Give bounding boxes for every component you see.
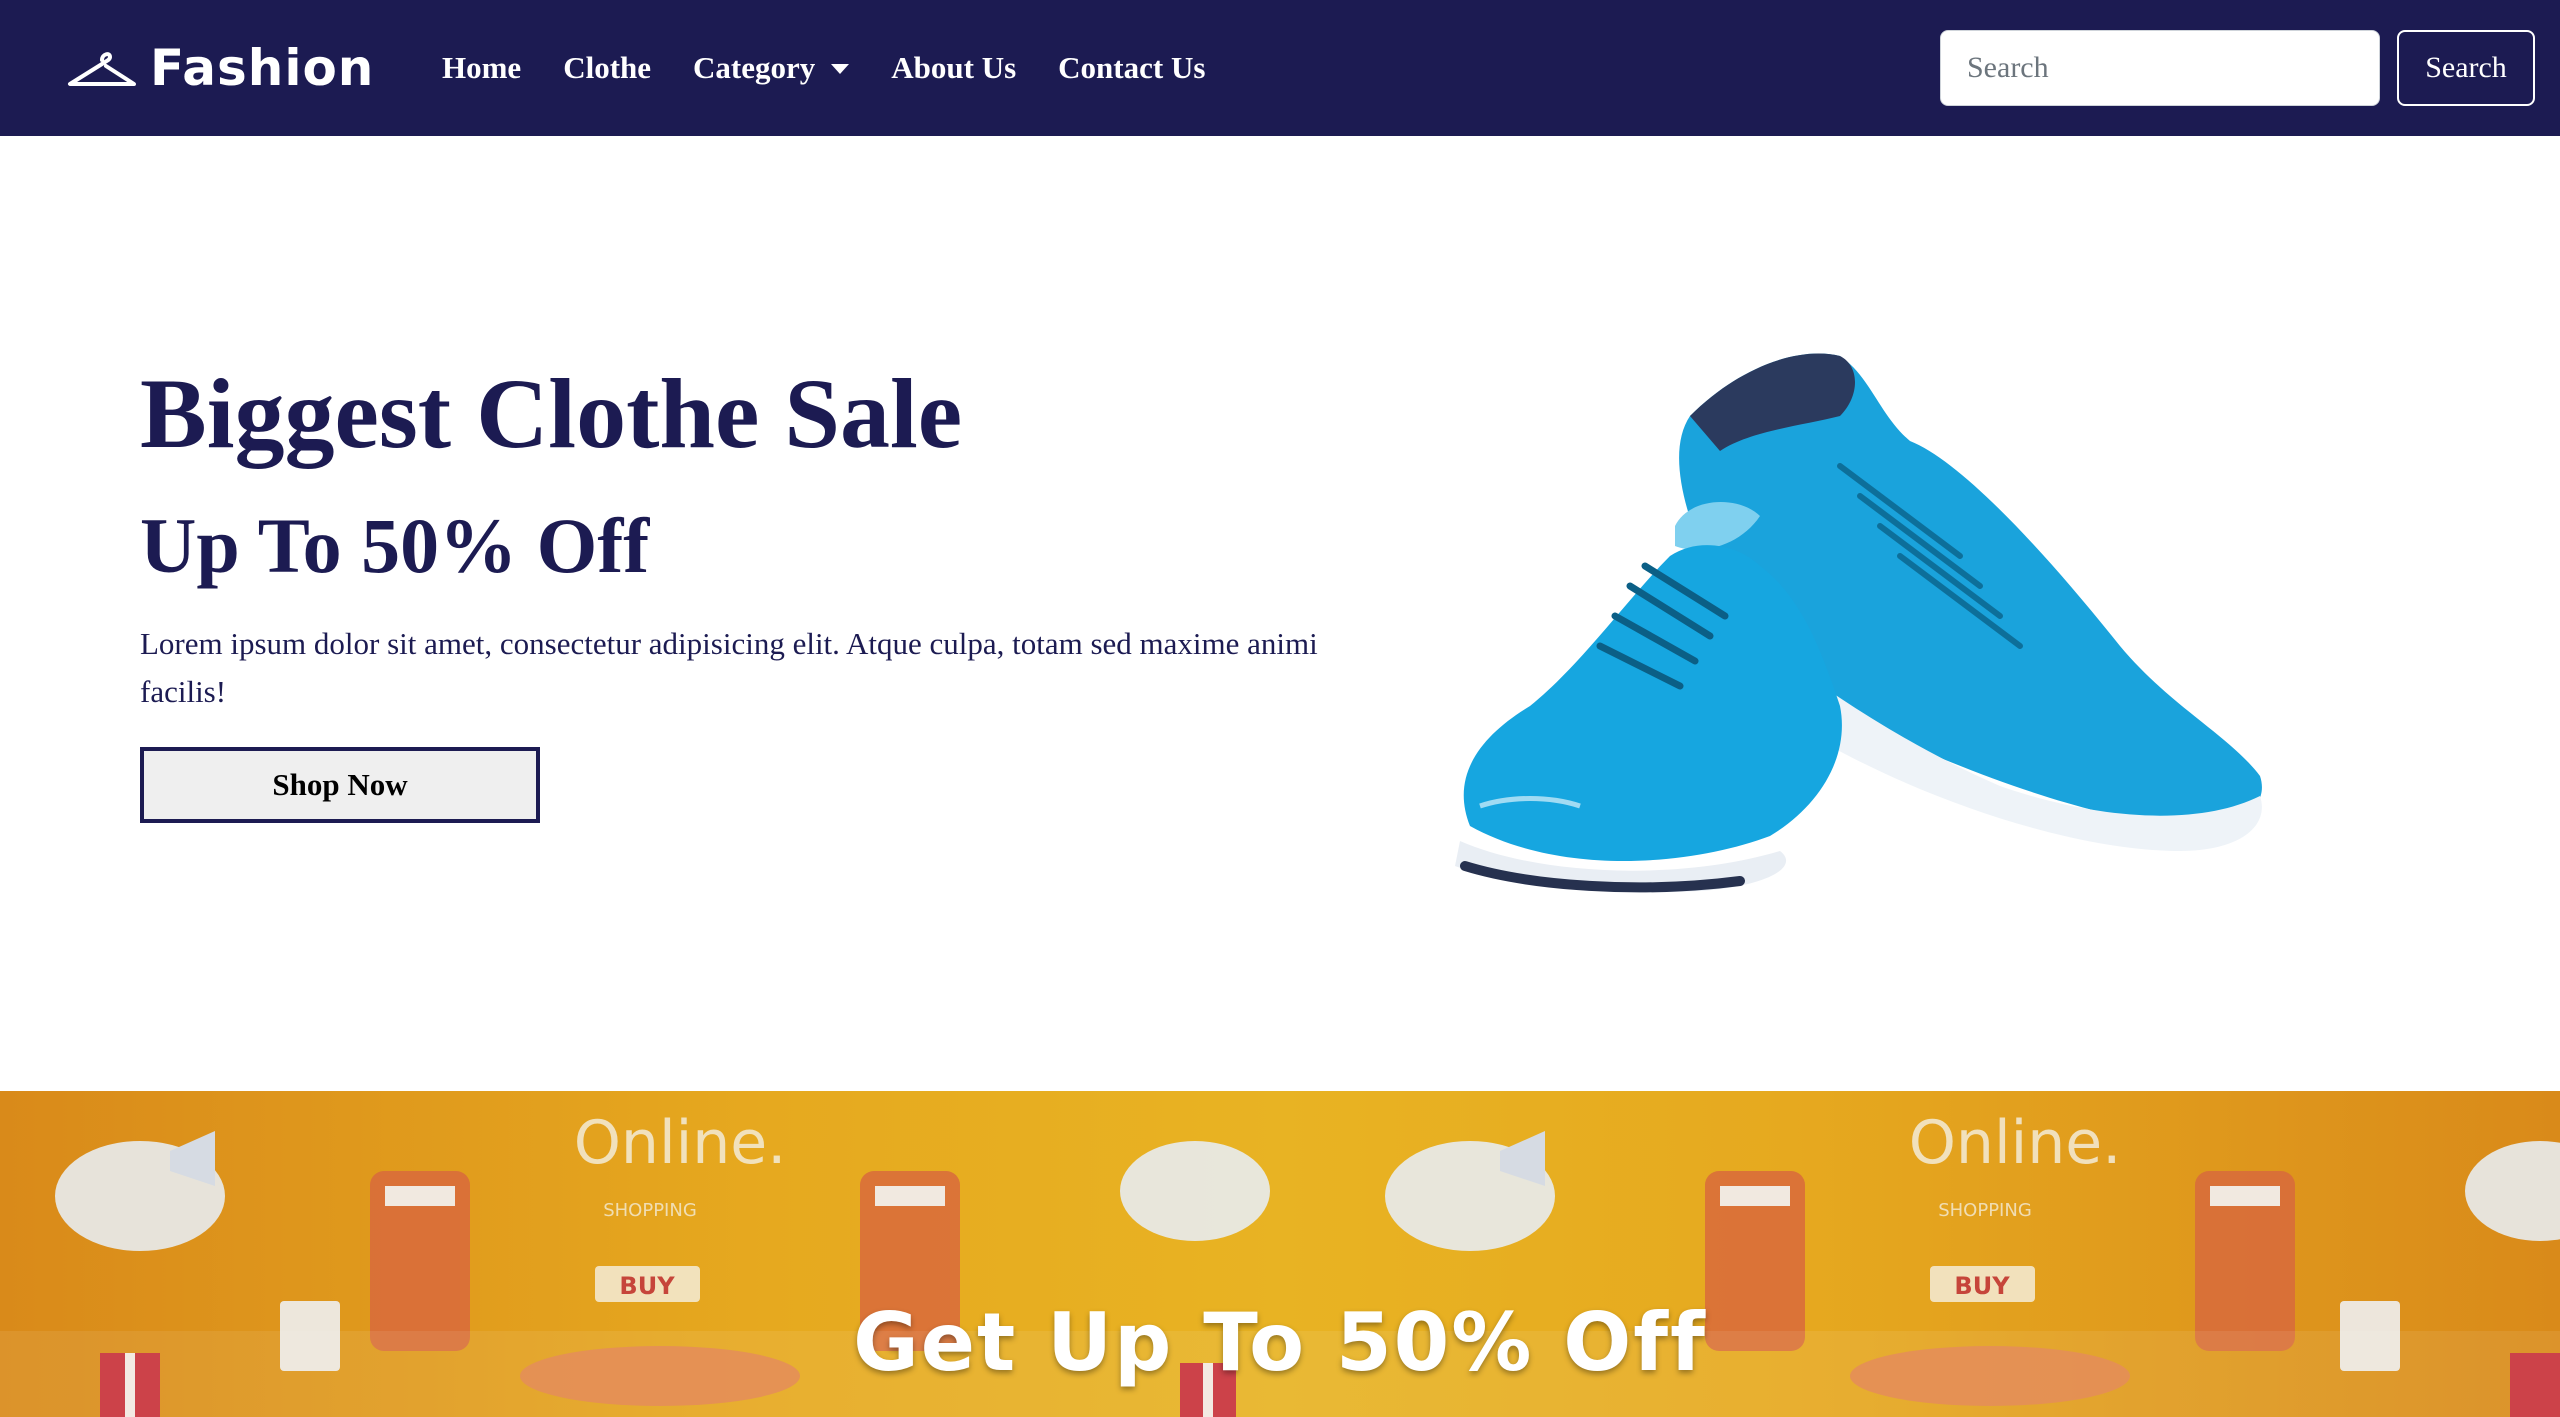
- nav-link-contact-us[interactable]: Contact Us: [1058, 50, 1205, 86]
- nav-link-category[interactable]: Category: [693, 50, 850, 86]
- nav-link-category-label: Category: [693, 50, 816, 85]
- shop-now-button[interactable]: Shop Now: [140, 747, 540, 823]
- caret-down-icon: [831, 64, 850, 74]
- hero-description: Lorem ipsum dolor sit amet, consectetur …: [140, 626, 1318, 709]
- front-shoe: [1455, 545, 1842, 893]
- nav-link-about-us[interactable]: About Us: [891, 50, 1016, 86]
- hanger-icon: [68, 52, 136, 86]
- hero-title: Biggest Clothe Sale: [140, 358, 963, 469]
- nav-links: Home Clothe Category About Us Contact Us: [442, 0, 1247, 136]
- nav-link-home[interactable]: Home: [442, 50, 521, 86]
- navbar: Fashion Home Clothe Category About Us Co…: [0, 0, 2560, 136]
- brand-name: Fashion: [150, 39, 375, 97]
- search-button[interactable]: Search: [2397, 30, 2535, 106]
- brand-logo[interactable]: Fashion: [66, 34, 374, 102]
- nav-link-clothe[interactable]: Clothe: [563, 50, 651, 86]
- sneakers-image: [1455, 353, 2262, 893]
- banner-headline: Get Up To 50% Off: [853, 1296, 1707, 1389]
- banner-art-online: Online.: [574, 1108, 787, 1178]
- search-input[interactable]: [1940, 30, 2380, 106]
- hero-section: Biggest Clothe Sale Up To 50% Off Lorem …: [0, 136, 2560, 1091]
- banner-art-buy-2: BUY: [1954, 1272, 2010, 1300]
- banner-art-buy: BUY: [619, 1272, 675, 1300]
- banner-art-shopping: SHOPPING: [603, 1200, 697, 1221]
- promo-banner: Online. SHOPPING BUY Online. SHOPPING BU…: [0, 1091, 2560, 1417]
- banner-art-online-2: Online.: [1909, 1108, 2122, 1178]
- banner-art-shopping-2: SHOPPING: [1938, 1200, 2032, 1221]
- hero-subtitle: Up To 50% Off: [140, 502, 650, 589]
